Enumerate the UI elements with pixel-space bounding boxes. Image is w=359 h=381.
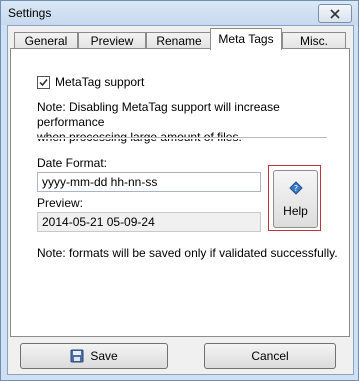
checkbox-box[interactable] — [37, 75, 50, 89]
meta-tags-panel: MetaTag support Note: Disabling MetaTag … — [10, 48, 350, 337]
help-button[interactable]: ? Help — [273, 170, 318, 228]
close-icon — [330, 8, 340, 19]
title-bar[interactable]: Settings — [1, 1, 358, 25]
separator — [37, 137, 327, 139]
settings-window: Settings General Preview Rename Meta Tag… — [0, 0, 359, 381]
metatag-support-checkbox[interactable]: MetaTag support — [37, 75, 144, 89]
cancel-button[interactable]: Cancel — [204, 343, 336, 369]
date-format-label: Date Format: — [37, 156, 108, 170]
preview-label: Preview: — [37, 196, 84, 210]
tab-strip: General Preview Rename Meta Tags Misc. — [10, 28, 350, 50]
date-format-input[interactable]: yyyy-mm-dd hh-nn-ss — [37, 172, 261, 192]
window-title: Settings — [8, 6, 52, 20]
help-label: Help — [283, 203, 308, 218]
validation-note: Note: formats will be saved only if vali… — [37, 246, 338, 260]
help-highlight: ? Help — [268, 165, 321, 231]
save-button[interactable]: Save — [20, 343, 168, 369]
tab-preview[interactable]: Preview — [78, 32, 146, 49]
dialog-body: General Preview Rename Meta Tags Misc. M… — [7, 25, 354, 375]
checkmark-icon — [39, 78, 48, 86]
tab-general[interactable]: General — [14, 32, 78, 49]
save-label: Save — [90, 349, 118, 363]
cancel-label: Cancel — [251, 349, 289, 363]
tab-meta-tags[interactable]: Meta Tags — [210, 28, 282, 50]
checkbox-label: MetaTag support — [55, 75, 145, 89]
tab-rename[interactable]: Rename — [146, 32, 212, 49]
floppy-disk-icon — [70, 349, 84, 363]
preview-field: 2014-05-21 05-09-24 — [37, 212, 261, 232]
svg-text:?: ? — [293, 184, 297, 193]
help-icon: ? — [288, 180, 303, 198]
note-line-1: Note: Disabling MetaTag support will inc… — [37, 100, 280, 129]
tab-misc[interactable]: Misc. — [282, 32, 346, 49]
close-button[interactable] — [318, 4, 352, 23]
